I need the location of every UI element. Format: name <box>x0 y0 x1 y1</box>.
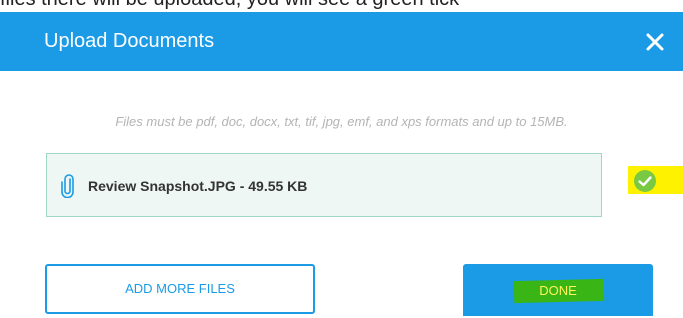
close-icon <box>646 33 664 51</box>
cropped-instruction-label: files there will be uploaded, you will s… <box>0 0 459 11</box>
uploaded-file-item: Review Snapshot.JPG - 49.55 KB <box>46 153 602 217</box>
close-button[interactable] <box>642 29 668 55</box>
dialog-header: Upload Documents <box>0 12 683 71</box>
green-check-icon <box>634 170 656 192</box>
dialog-title: Upload Documents <box>44 30 215 52</box>
add-more-files-button[interactable]: ADD MORE FILES <box>45 264 315 314</box>
cropped-instruction-text: files there will be uploaded, you will s… <box>0 0 683 12</box>
file-format-hint: Files must be pdf, doc, docx, txt, tif, … <box>115 114 568 129</box>
done-button-label: DONE <box>539 283 577 298</box>
done-button[interactable]: DONE <box>463 264 653 316</box>
paperclip-icon <box>61 174 74 198</box>
file-name: Review Snapshot.JPG - 49.55 KB <box>88 178 308 194</box>
